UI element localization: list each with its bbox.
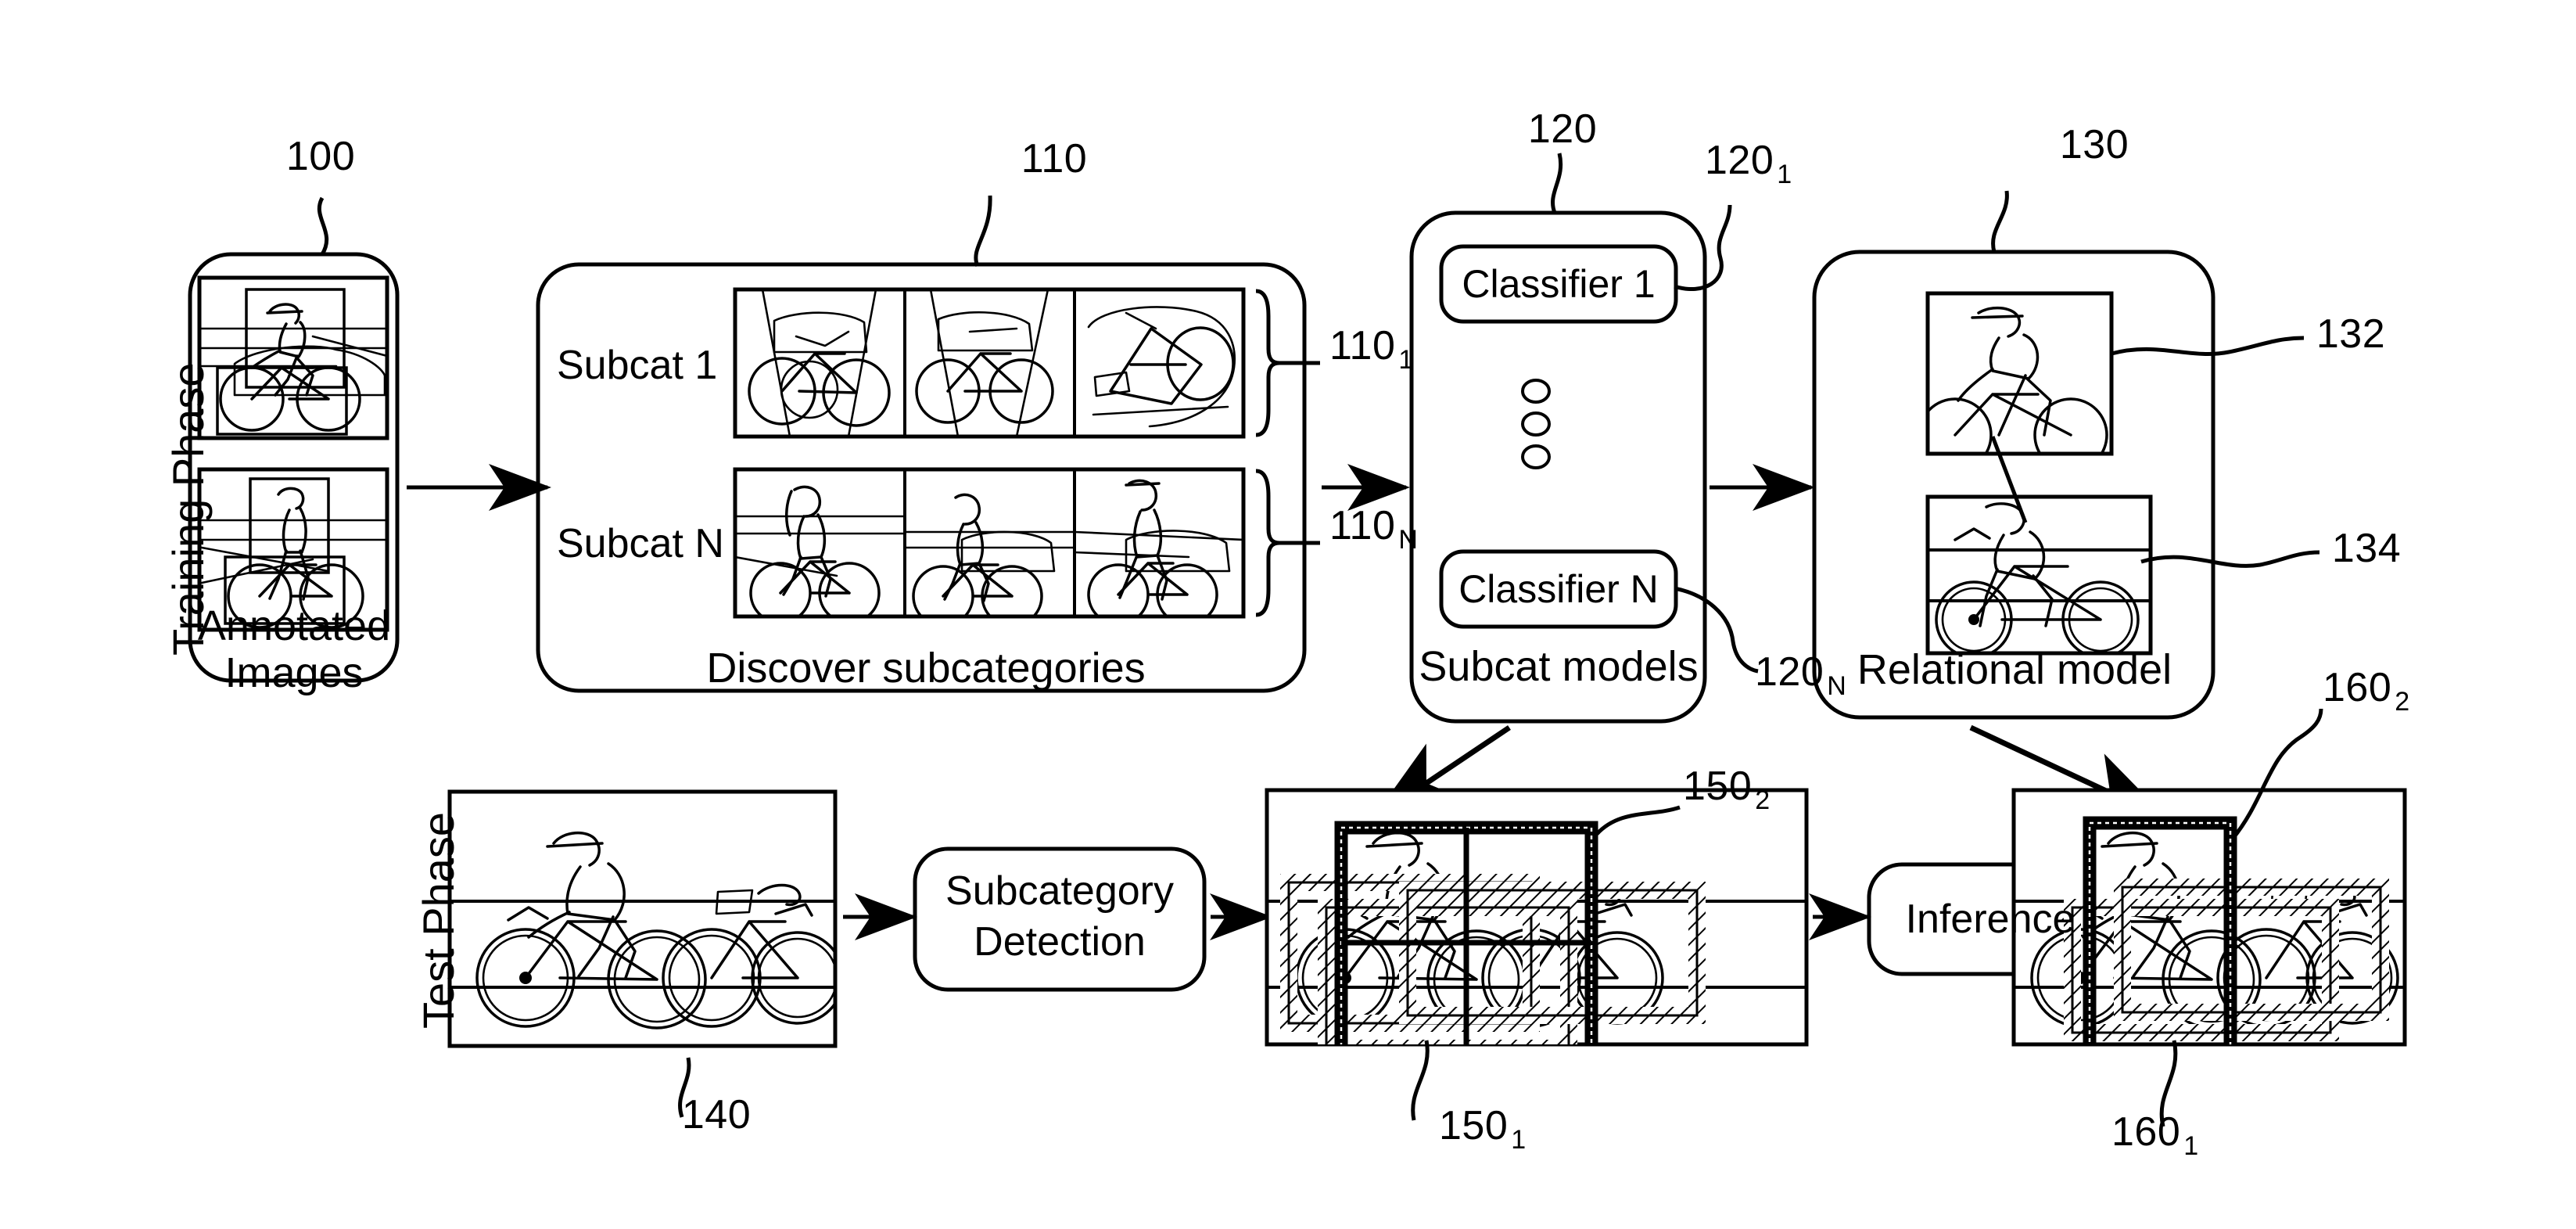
leader-134 [2140,550,2320,568]
ref-110-n: 110 N [1329,505,1418,555]
ref-110-n-sub: N [1398,525,1418,555]
discover-subcategories-caption: Discover subcategories [706,645,1146,692]
subcat-n-row-label: Subcat N [557,521,724,566]
ref-132: 132 [2316,311,2386,357]
ref-150-2-base: 150 [1683,764,1753,809]
relational-model-caption: Relational model [1857,646,2172,693]
patent-figure: Training Phase Test Phase 100 110 120 13… [0,0,2576,1229]
ref-150-1-sub: 1 [1511,1125,1527,1155]
subcategory-detection-label-line2: Detection [974,919,1146,965]
test-phase-label: Test Phase [414,811,463,1029]
classifier-n-label: Classifier N [1458,567,1659,611]
ref-120-1-base: 120 [1705,138,1774,183]
leader-130 [1991,190,2009,253]
subcat-1-row-label: Subcat 1 [557,343,718,388]
ref-110-1-sub: 1 [1398,345,1414,375]
ref-150-1-base: 150 [1439,1103,1509,1148]
leader-120 [1551,153,1563,214]
test-image-panel [447,789,838,1048]
ref-120-n-base: 120 [1755,649,1824,695]
ref-160-1: 160 1 [2111,1111,2198,1161]
ref-160-1-sub: 1 [2183,1131,2199,1161]
ref-160-2: 160 2 [2323,667,2409,717]
ref-150-2-sub: 2 [1755,785,1771,815]
annotated-images-caption-line2: Images [224,649,364,696]
leader-150-1 [1411,1040,1430,1121]
ref-100: 100 [285,134,356,179]
annotated-images-caption-line1: Annotated [197,602,391,649]
ref-130: 130 [2059,122,2129,167]
subcategory-detection-label-line1: Subcategory [945,868,1174,914]
ref-110-1: 110 1 [1329,325,1413,375]
ref-134: 134 [2331,526,2402,571]
ref-120: 120 [1527,106,1598,152]
ref-120-1-sub: 1 [1777,160,1792,189]
leader-100 [317,196,329,256]
ref-120-n-sub: N [1827,671,1846,701]
discover-subcategories-panel [536,262,1320,693]
leader-110 [974,195,992,267]
ref-150-2: 150 2 [1683,765,1770,815]
ref-120-n: 120 N [1755,651,1846,701]
detections-panel [1265,788,1809,1047]
classifier-1-label: Classifier 1 [1462,262,1656,306]
ref-160-2-sub: 2 [2395,687,2410,717]
ref-120-1: 120 1 [1705,139,1792,189]
ref-110: 110 [1021,136,1088,181]
ref-110-1-base: 110 [1329,323,1396,368]
inference-label: Inference [1905,897,2076,942]
ref-150-1: 150 1 [1439,1105,1526,1155]
ref-140: 140 [681,1092,752,1137]
leader-132 [2111,336,2305,356]
ref-160-1-base: 160 [2111,1109,2181,1155]
bracket-subcat-n [1255,469,1280,617]
ref-160-2-base: 160 [2323,665,2392,710]
bracket-subcat-1 [1255,289,1280,437]
ref-110-n-base: 110 [1329,503,1396,548]
subcat-models-caption: Subcat models [1419,643,1699,690]
